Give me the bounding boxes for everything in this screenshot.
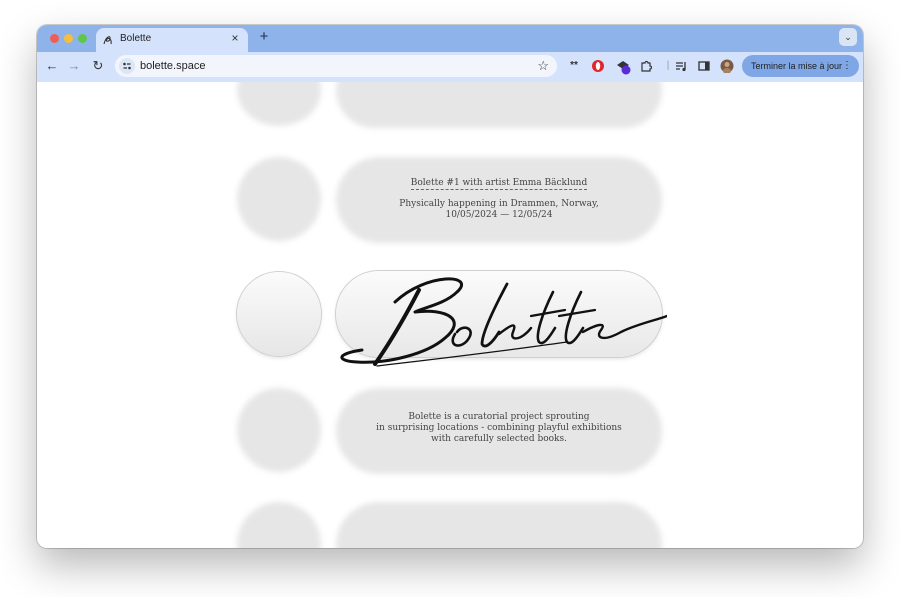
event-location: Physically happening in Drammen, Norway, — [399, 199, 599, 209]
browser-window: Bolette × + ⌄ ← → ↻ bolette.space ☆ ** |… — [37, 25, 863, 548]
url-text: bolette.space — [140, 60, 206, 72]
tab-close-icon[interactable]: × — [228, 31, 242, 45]
asterisk-icon[interactable]: ** — [567, 59, 581, 73]
side-panel-icon[interactable] — [697, 59, 711, 73]
forward-button[interactable]: → — [66, 58, 82, 74]
maximize-window-button[interactable] — [78, 34, 87, 43]
extension-badge-icon[interactable] — [615, 59, 631, 75]
address-bar[interactable]: bolette.space ☆ — [115, 55, 557, 77]
site-info-icon[interactable] — [119, 58, 135, 74]
blob-pill — [336, 502, 662, 548]
reload-button[interactable]: ↻ — [90, 58, 106, 74]
event-info: Bolette #1 with artist Emma Bäcklund — [336, 178, 662, 190]
bolette-signature-logo[interactable] — [317, 272, 667, 377]
page-content: Bolette #1 with artist Emma Bäcklund Phy… — [37, 82, 863, 548]
profile-avatar[interactable] — [720, 59, 734, 74]
media-icon[interactable] — [674, 59, 688, 73]
new-tab-button[interactable]: + — [256, 28, 272, 45]
more-menu-icon[interactable]: ⋮ — [842, 55, 852, 77]
event-dates: 10/05/2024 — 12/05/24 — [445, 210, 553, 220]
bolette-swirl-icon — [103, 36, 112, 45]
blob-circle — [237, 82, 321, 126]
bookmark-star-icon[interactable]: ☆ — [537, 58, 549, 74]
back-button[interactable]: ← — [44, 58, 60, 74]
tab-search-button[interactable]: ⌄ — [839, 28, 857, 46]
logo-circle — [237, 272, 321, 356]
tab-bolette[interactable]: Bolette × — [96, 28, 248, 52]
toolbar-divider: | — [666, 60, 670, 71]
update-button[interactable]: Terminer la mise à jour ⋮ — [742, 55, 859, 77]
blob-pill — [336, 82, 662, 128]
puzzle-icon[interactable] — [639, 59, 653, 73]
about-line-1: Bolette is a curatorial project sproutin… — [408, 412, 590, 422]
blob-circle — [237, 157, 321, 241]
about-text: Bolette is a curatorial project sproutin… — [336, 412, 662, 445]
tab-bar: Bolette × + ⌄ — [37, 25, 863, 52]
about-line-2: in surprising locations - combining play… — [376, 423, 622, 433]
tab-title: Bolette — [120, 33, 152, 44]
opera-icon[interactable] — [591, 59, 605, 73]
minimize-window-button[interactable] — [64, 34, 73, 43]
toolbar: ← → ↻ bolette.space ☆ ** | Terminer la m… — [37, 52, 863, 82]
close-window-button[interactable] — [50, 34, 59, 43]
event-link[interactable]: Bolette #1 with artist Emma Bäcklund — [410, 178, 588, 190]
about-line-3: with carefully selected books. — [430, 434, 567, 444]
blob-circle — [237, 388, 321, 472]
blob-circle — [237, 502, 321, 548]
update-button-label: Terminer la mise à jour — [751, 61, 843, 71]
event-details: Physically happening in Drammen, Norway,… — [336, 199, 662, 221]
